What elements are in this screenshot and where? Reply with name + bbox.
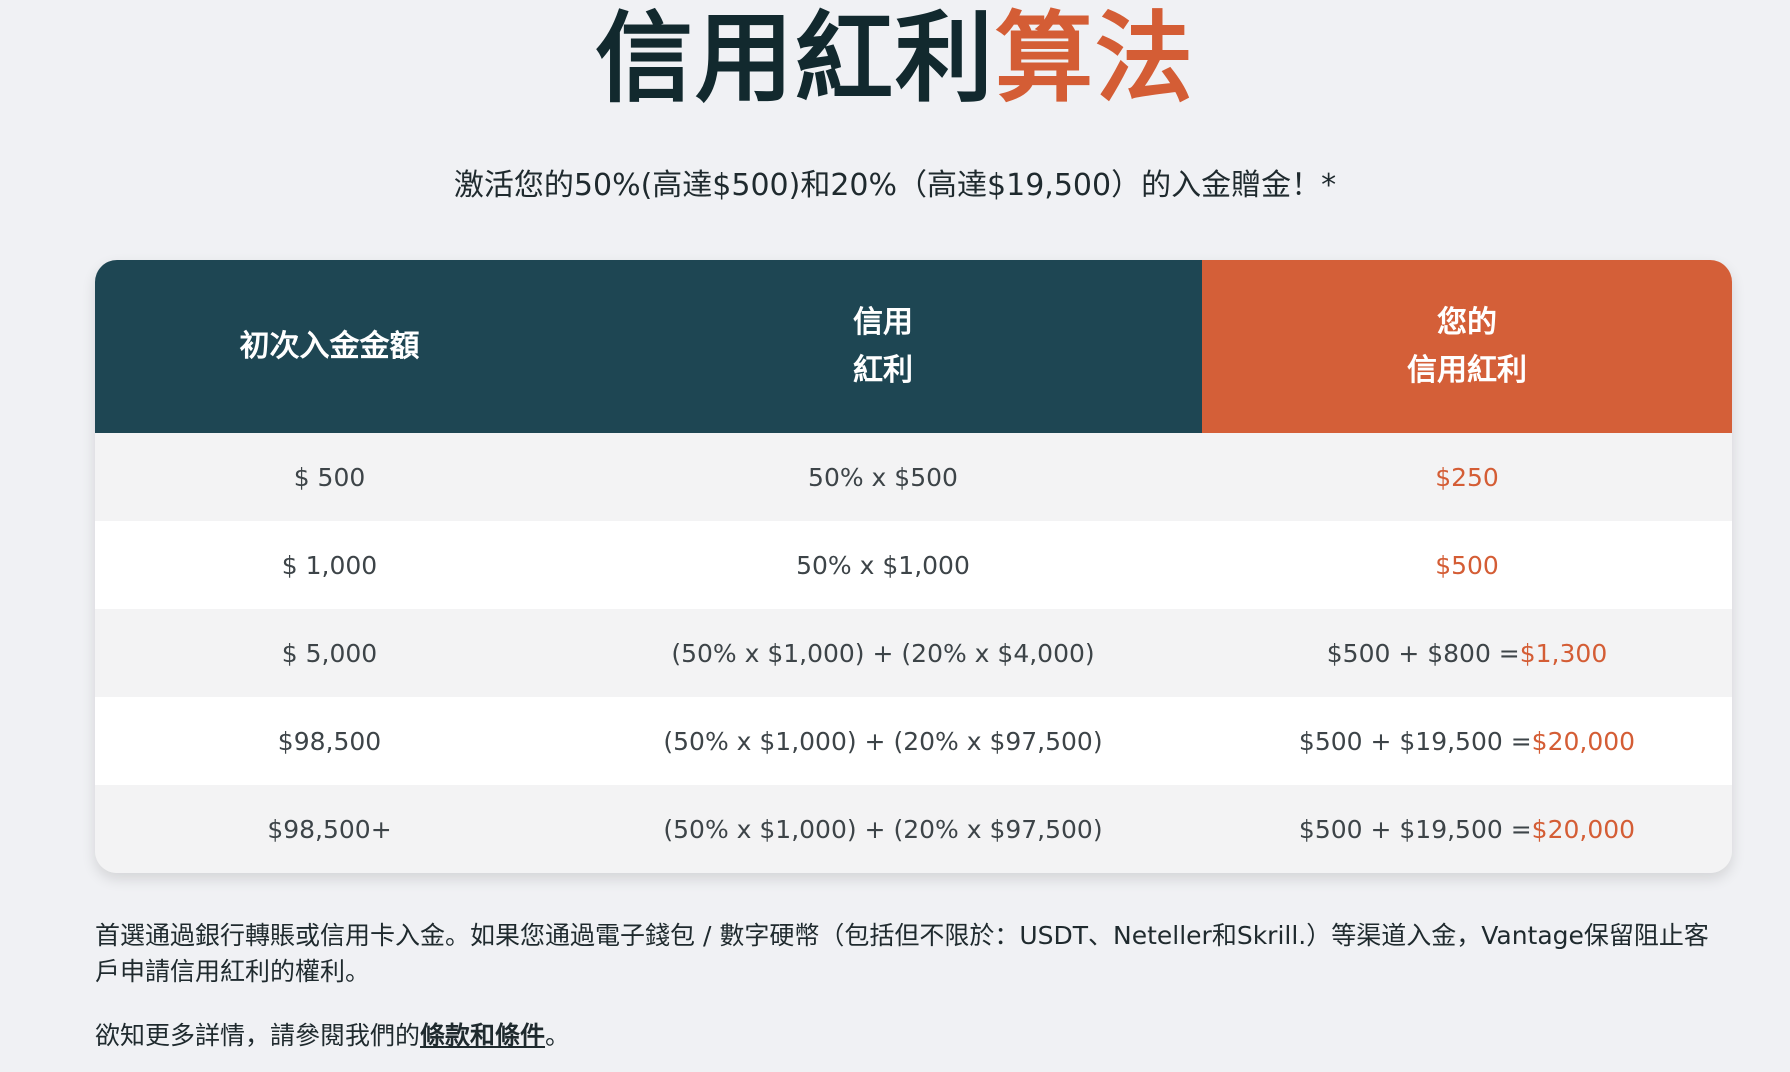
page-subtitle: 激活您的50%(高達$500)和20%（高達$19,500）的入金贈金！* — [453, 168, 1337, 203]
result-cell: $500 + $19,500 = $20,000 — [1202, 785, 1732, 873]
payment-note: 首選通過銀行轉賬或信用卡入金。如果您通過電子錢包 / 數字硬幣（包括但不限於：U… — [95, 921, 1709, 986]
table-row: $98,500 (50% x $1,000) + (20% x $97,500)… — [95, 697, 1732, 785]
result-prefix: $500 + $19,500 = — [1298, 726, 1532, 756]
deposit-cell: $ 500 — [293, 462, 366, 492]
terms-link[interactable]: 條款和條件 — [420, 1021, 545, 1050]
deposit-cell: $ 1,000 — [281, 550, 378, 580]
formula-cell: (50% x $1,000) + (20% x $97,500) — [663, 726, 1103, 756]
more-info: 欲知更多詳情，請參閱我們的條款和條件。 — [95, 1018, 570, 1054]
table-header: 初次入金金額 信用 紅利 您的 信用紅利 — [95, 260, 1732, 433]
result-value: $1,300 — [1519, 638, 1608, 668]
header-initial-deposit: 初次入金金額 — [95, 260, 564, 433]
result-cell: $250 — [1202, 433, 1732, 521]
table-row: $ 5,000 (50% x $1,000) + (20% x $4,000) … — [95, 609, 1732, 697]
result-cell: $500 — [1202, 521, 1732, 609]
deposit-cell: $98,500 — [277, 726, 382, 756]
page-title: 信用紅利算法 — [0, 0, 1790, 118]
deposit-cell: $98,500+ — [267, 814, 392, 844]
deposit-cell: $ 5,000 — [281, 638, 378, 668]
result-cell: $500 + $19,500 = $20,000 — [1202, 697, 1732, 785]
result-value: $20,000 — [1531, 814, 1636, 844]
table-row: $ 1,000 50% x $1,000 $500 — [95, 521, 1732, 609]
formula-cell: (50% x $1,000) + (20% x $4,000) — [671, 638, 1095, 668]
result-prefix: $500 + $800 = — [1326, 638, 1520, 668]
header-your-credit-bonus: 您的 信用紅利 — [1202, 260, 1732, 433]
bonus-table: 初次入金金額 信用 紅利 您的 信用紅利 $ 500 50% x $500 $2… — [95, 260, 1732, 873]
formula-cell: 50% x $1,000 — [796, 550, 970, 580]
result-prefix: $500 + $19,500 = — [1298, 814, 1532, 844]
header-credit-bonus: 信用 紅利 — [564, 260, 1202, 433]
result-value: $500 — [1435, 550, 1499, 580]
more-info-suffix: 。 — [545, 1021, 571, 1050]
title-accent: 算法 — [995, 2, 1196, 116]
table-row: $98,500+ (50% x $1,000) + (20% x $97,500… — [95, 785, 1732, 873]
more-info-prefix: 欲知更多詳情，請參閱我們的 — [95, 1021, 421, 1050]
result-value: $250 — [1435, 462, 1499, 492]
formula-cell: 50% x $500 — [808, 462, 958, 492]
result-cell: $500 + $800 = $1,300 — [1202, 609, 1732, 697]
result-value: $20,000 — [1531, 726, 1636, 756]
formula-cell: (50% x $1,000) + (20% x $97,500) — [663, 814, 1103, 844]
table-row: $ 500 50% x $500 $250 — [95, 433, 1732, 521]
title-main: 信用紅利 — [594, 2, 995, 116]
